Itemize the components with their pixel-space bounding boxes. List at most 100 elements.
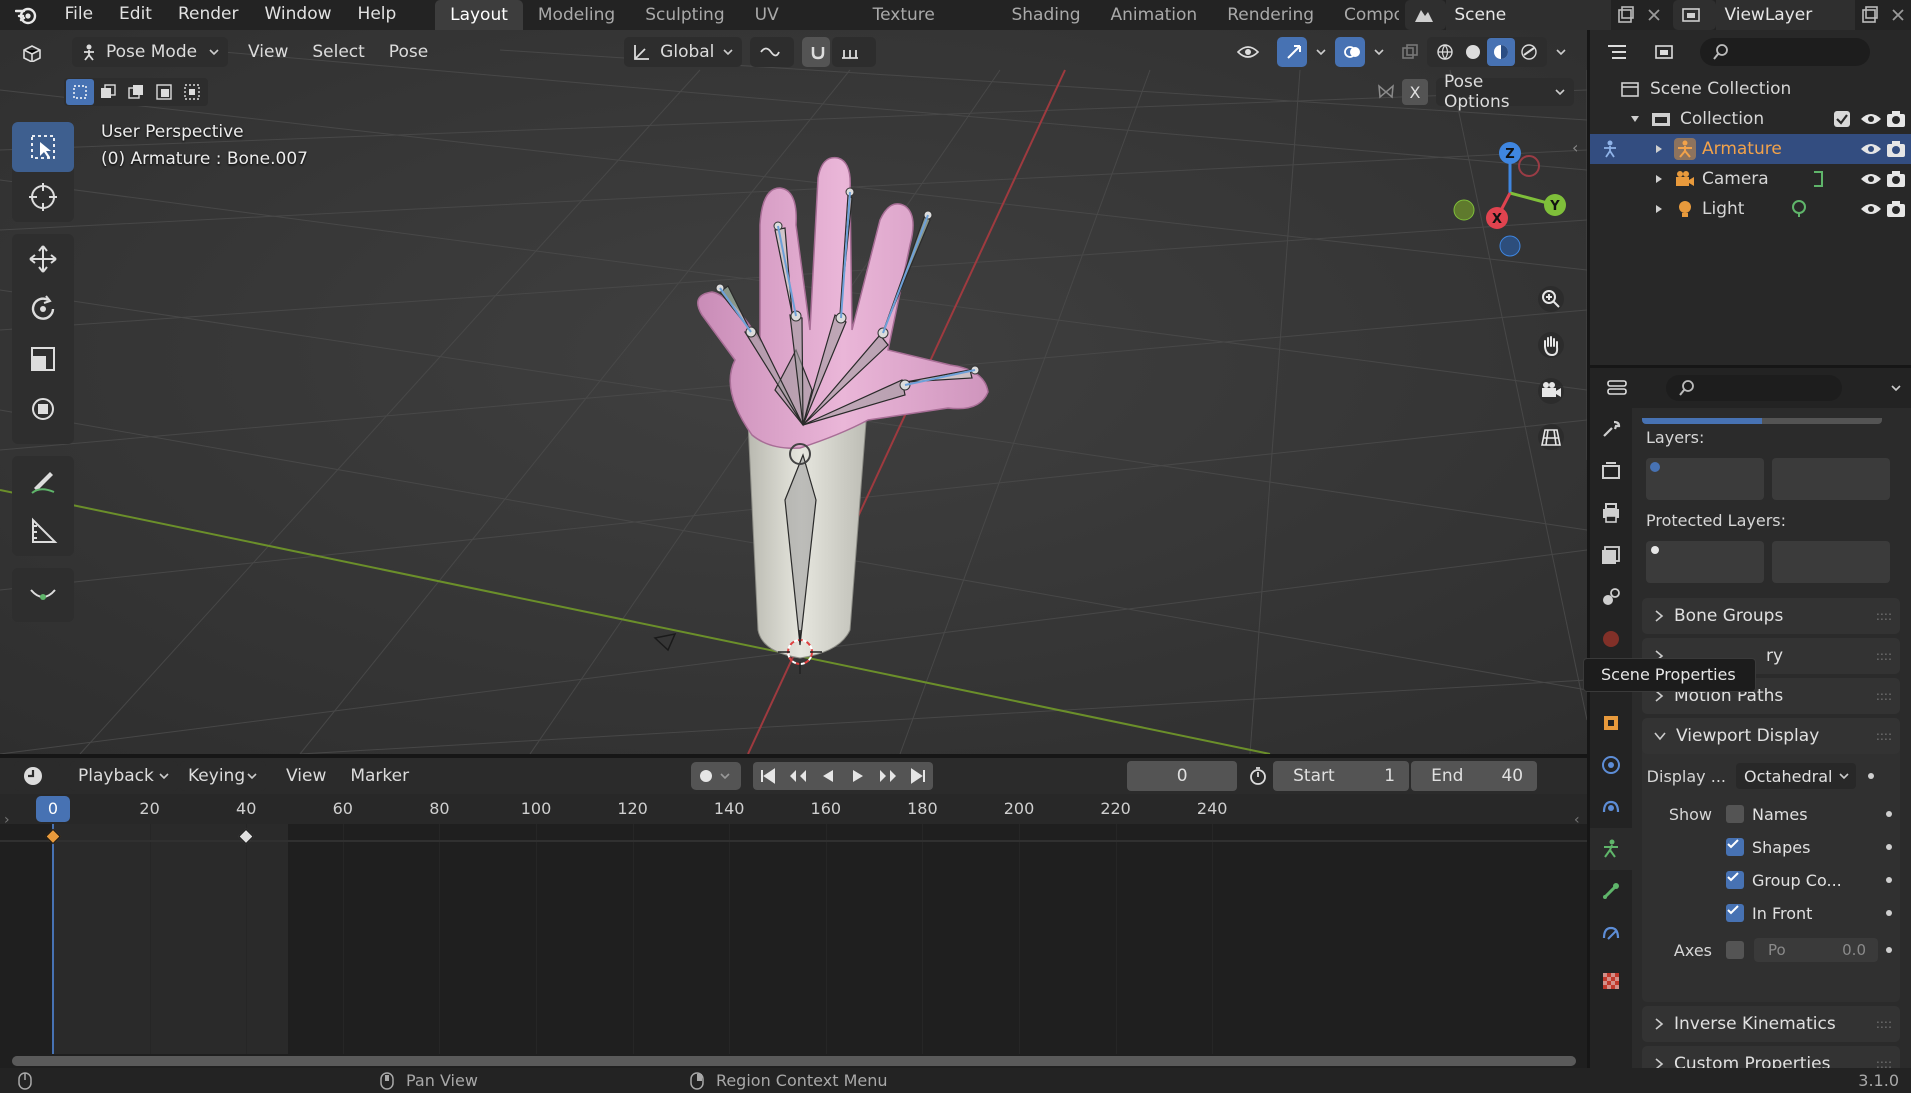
snap-target-dropdown[interactable] [832, 37, 877, 67]
solid-shading-icon[interactable] [1459, 38, 1487, 66]
outliner-display-mode[interactable] [1646, 37, 1690, 67]
outliner-collection[interactable]: Collection [1590, 104, 1911, 134]
render-camera-icon[interactable] [1886, 140, 1906, 158]
tool-move[interactable] [12, 234, 74, 284]
tab-texture-paint[interactable]: Texture Paint [858, 0, 997, 55]
properties-editor-type[interactable] [1598, 373, 1646, 403]
tab-layout[interactable]: Layout [435, 0, 523, 30]
keyframe-dot-icon[interactable] [1868, 773, 1874, 779]
camera-data-icon[interactable] [1812, 170, 1828, 188]
tool-measure[interactable] [12, 506, 74, 556]
light-data-icon[interactable] [1790, 200, 1808, 218]
tab-output[interactable] [1590, 492, 1632, 534]
new-view-layer-icon[interactable] [1855, 0, 1885, 30]
timeline-ruler[interactable]: 20 40 60 80 100 120 140 160 180 200 220 240 [0, 794, 1587, 824]
menu-render[interactable]: Render [165, 0, 252, 30]
eye-icon[interactable] [1860, 140, 1882, 158]
tab-armature-data[interactable] [1590, 828, 1632, 870]
sidebar-toggle-arrow[interactable]: ‹ [1572, 138, 1578, 157]
protected-layers-grid[interactable] [1646, 541, 1890, 583]
collection-checkbox[interactable] [1833, 110, 1851, 128]
scene-name[interactable]: Scene [1446, 0, 1612, 30]
outliner-search-input[interactable] [1700, 38, 1870, 66]
properties-search-input[interactable] [1666, 375, 1842, 401]
menu-help[interactable]: Help [345, 0, 410, 30]
tool-annotate[interactable] [12, 456, 74, 506]
transform-orientation-dropdown[interactable]: Global [624, 37, 743, 67]
x-mirror-toggle[interactable]: X [1402, 79, 1428, 105]
jump-keyframe-forward-icon[interactable] [873, 762, 903, 790]
protected-block-right[interactable] [1772, 541, 1890, 583]
bone-layers-grid[interactable] [1646, 458, 1890, 500]
tab-tool[interactable] [1590, 408, 1632, 450]
timeline-track-area[interactable] [0, 824, 1587, 1054]
group-colors-checkbox[interactable] [1726, 871, 1744, 889]
viewport-menu-pose[interactable]: Pose [377, 42, 440, 62]
outliner-scene-collection[interactable]: Scene Collection [1590, 74, 1911, 104]
eye-icon[interactable] [1860, 110, 1882, 128]
tool-relax[interactable] [12, 568, 74, 618]
chevron-down-icon[interactable] [1881, 373, 1911, 403]
pivot-point-dropdown[interactable] [750, 37, 795, 67]
axes-checkbox[interactable] [1726, 941, 1744, 959]
render-camera-icon[interactable] [1886, 170, 1906, 188]
keying-dropdown[interactable]: Keying [180, 761, 266, 791]
tab-compositing[interactable]: Compo [1329, 0, 1399, 30]
select-invert-icon[interactable] [150, 79, 178, 105]
tab-texture[interactable] [1590, 960, 1632, 1002]
tab-animation[interactable]: Animation [1096, 0, 1213, 30]
delete-view-layer-icon[interactable] [1885, 0, 1911, 30]
tab-scene[interactable] [1590, 576, 1632, 618]
tab-view-layer[interactable] [1590, 534, 1632, 576]
drag-handle-icon[interactable]: :::: [1876, 649, 1892, 663]
current-frame-field[interactable]: 0 [1127, 761, 1238, 791]
material-shading-icon[interactable] [1487, 38, 1515, 66]
outliner-item-camera[interactable]: Camera [1590, 164, 1911, 194]
tab-object[interactable] [1590, 702, 1632, 744]
end-frame-field[interactable]: End 40 [1411, 761, 1538, 791]
gizmo-dropdown[interactable] [1307, 37, 1329, 67]
names-checkbox[interactable] [1726, 805, 1744, 823]
select-intersect-icon[interactable] [178, 79, 206, 105]
protected-block-left[interactable] [1646, 541, 1764, 583]
in-front-checkbox[interactable] [1726, 904, 1744, 922]
playhead-frame-badge[interactable]: 0 [36, 796, 70, 822]
layers-block-left[interactable] [1646, 458, 1764, 500]
drag-handle-icon[interactable]: :::: [1876, 1057, 1892, 1068]
timeline-menu-view[interactable]: View [274, 766, 338, 786]
render-camera-icon[interactable] [1886, 110, 1906, 128]
menu-file[interactable]: File [52, 0, 106, 30]
pose-options-dropdown[interactable]: Pose Options [1436, 72, 1574, 112]
zoom-icon[interactable] [1530, 278, 1572, 320]
overlays-dropdown[interactable] [1365, 37, 1387, 67]
keyframe-dot-icon[interactable] [1886, 947, 1892, 953]
tool-select-box[interactable] [12, 122, 74, 172]
drag-handle-icon[interactable]: :::: [1876, 1017, 1892, 1031]
play-icon[interactable] [843, 762, 873, 790]
wireframe-shading-icon[interactable] [1431, 38, 1459, 66]
layers-block-right[interactable] [1772, 458, 1890, 500]
menu-edit[interactable]: Edit [106, 0, 165, 30]
drag-handle-icon[interactable]: :::: [1876, 729, 1892, 743]
tab-modifiers[interactable] [1590, 744, 1632, 786]
keyframe-dot-icon[interactable] [1886, 910, 1892, 916]
tab-bone-constraints[interactable] [1590, 912, 1632, 954]
butterfly-mirror-icon[interactable] [1372, 78, 1400, 106]
visibility-dropdown[interactable] [1229, 37, 1273, 67]
overlays-toggle[interactable] [1335, 37, 1365, 67]
eye-icon[interactable] [1860, 200, 1882, 218]
menu-window[interactable]: Window [252, 0, 345, 30]
axes-position-field[interactable]: Po 0.0 [1754, 938, 1878, 962]
start-frame-field[interactable]: Start 1 [1273, 761, 1410, 791]
play-reverse-icon[interactable] [813, 762, 843, 790]
jump-end-icon[interactable] [903, 762, 933, 790]
render-camera-icon[interactable] [1886, 200, 1906, 218]
scrollbar-thumb[interactable] [12, 1056, 1576, 1066]
panel-custom-properties[interactable]: Custom Properties :::: [1642, 1046, 1900, 1068]
outliner-item-armature[interactable]: Armature [1590, 134, 1911, 164]
new-scene-icon[interactable] [1611, 0, 1641, 30]
scene-selector[interactable] [1404, 0, 1447, 30]
tab-world[interactable] [1590, 618, 1632, 660]
timeline-menu-marker[interactable]: Marker [338, 766, 421, 786]
tab-sculpting[interactable]: Sculpting [630, 0, 739, 30]
